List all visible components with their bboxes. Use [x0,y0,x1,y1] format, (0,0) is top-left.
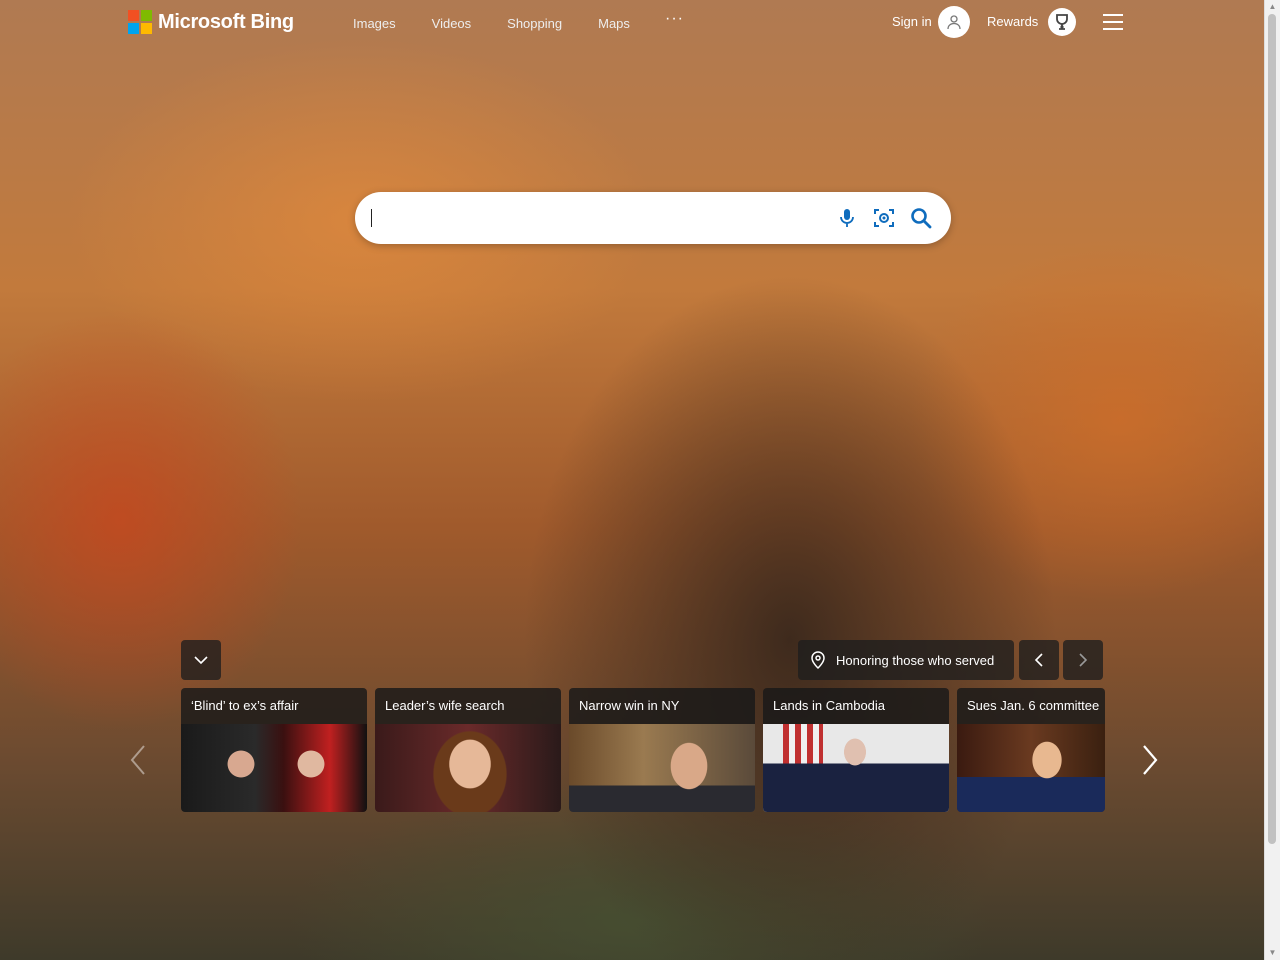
nav-images[interactable]: Images [353,16,396,31]
news-card-title: ‘Blind’ to ex’s affair [181,688,367,724]
scrollbar[interactable]: ▲ ▼ [1264,0,1280,960]
header: Microsoft Bing Images Videos Shopping Ma… [0,0,1265,46]
carousel-next-arrow-icon[interactable] [1138,742,1162,778]
scroll-down-arrow[interactable]: ▼ [1268,948,1277,957]
search-input[interactable] [371,204,815,234]
collapse-feed-button[interactable] [181,640,221,680]
news-card[interactable]: Sues Jan. 6 committee [957,688,1105,812]
news-card-image [569,724,755,812]
nav-maps[interactable]: Maps [598,16,630,31]
brand-name: Microsoft Bing [158,10,294,33]
visual-search-icon[interactable] [872,206,896,230]
scroll-thumb[interactable] [1268,14,1276,844]
search-box [355,192,951,244]
text-caret [371,209,372,227]
news-card[interactable]: Leader’s wife search [375,688,561,812]
user-avatar-icon[interactable] [938,6,970,38]
next-image-button[interactable] [1063,640,1103,680]
rewards-trophy-icon[interactable] [1048,8,1076,36]
news-card[interactable]: ‘Blind’ to ex’s affair [181,688,367,812]
background-image [0,0,1265,960]
menu-icon[interactable] [1103,14,1123,30]
scroll-up-arrow[interactable]: ▲ [1268,2,1277,11]
top-nav: Images Videos Shopping Maps ··· [353,10,683,31]
nav-shopping[interactable]: Shopping [507,16,562,31]
chevron-down-icon [194,656,208,665]
news-card-title: Sues Jan. 6 committee [957,688,1105,724]
nav-videos[interactable]: Videos [432,16,472,31]
news-card-image [375,724,561,812]
news-card-image [957,724,1105,812]
chevron-right-icon [1079,653,1088,667]
nav-more-button[interactable]: ··· [665,10,684,28]
news-card[interactable]: Narrow win in NY [569,688,755,812]
news-card-title: Lands in Cambodia [763,688,949,724]
sign-in-link[interactable]: Sign in [892,14,932,29]
rewards-link[interactable]: Rewards [987,14,1038,29]
carousel-prev-arrow-icon[interactable] [126,742,150,778]
news-card-title: Narrow win in NY [569,688,755,724]
news-card-title: Leader’s wife search [375,688,561,724]
previous-image-button[interactable] [1019,640,1059,680]
news-card-image [181,724,367,812]
location-pin-icon [811,651,825,669]
image-caption[interactable]: Honoring those who served [798,640,1014,680]
bing-logo[interactable]: Microsoft Bing [128,10,294,34]
chevron-left-icon [1034,653,1043,667]
microphone-icon[interactable] [835,206,859,230]
news-card[interactable]: Lands in Cambodia [763,688,949,812]
caption-text: Honoring those who served [836,652,995,668]
microsoft-logo-icon [128,10,152,34]
news-card-image [763,724,949,812]
search-icon[interactable] [909,206,933,230]
